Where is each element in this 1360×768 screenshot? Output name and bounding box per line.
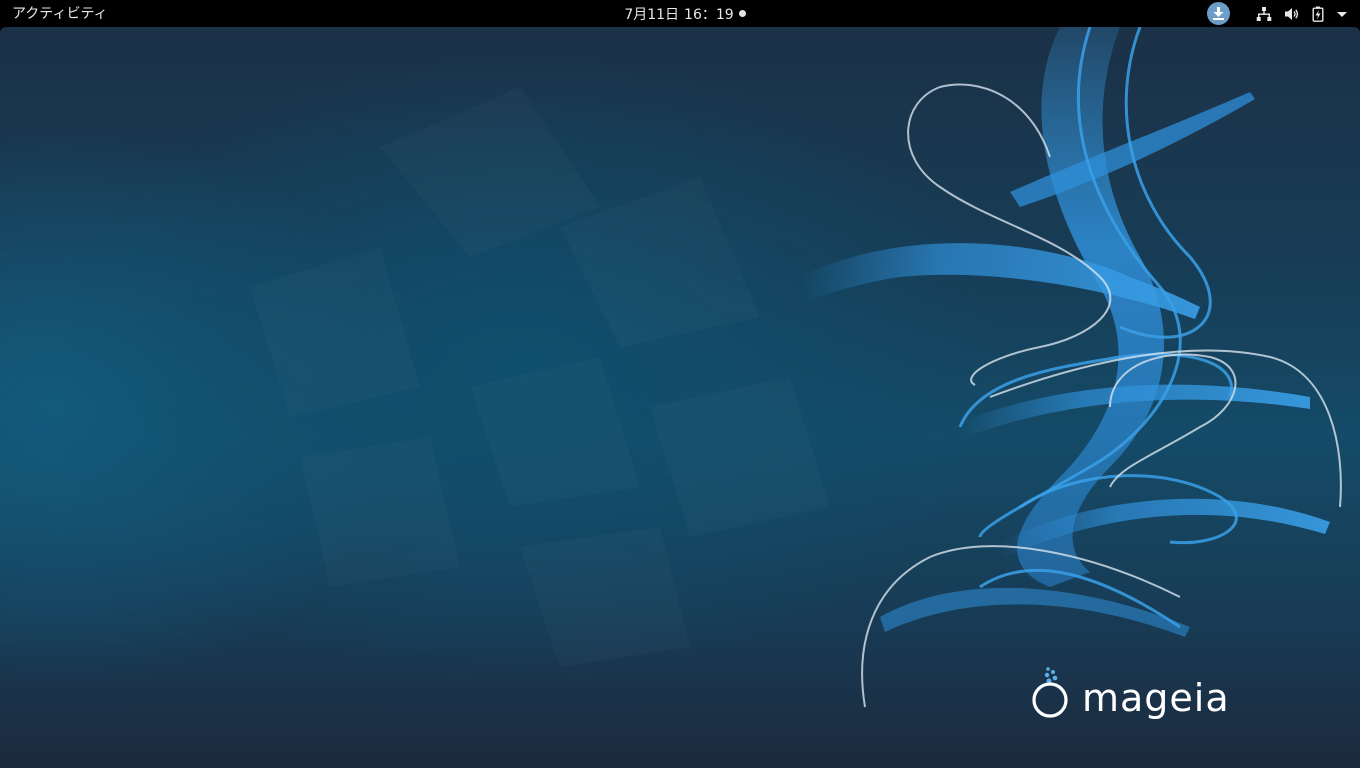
desktop-background: mageia <box>0 27 1360 768</box>
clock-area: 7月11日 16：19 <box>0 0 1360 27</box>
clock-date: 7月11日 <box>624 6 680 23</box>
system-menu-chevron-icon[interactable] <box>1336 9 1348 19</box>
wallpaper-swirls <box>800 27 1342 708</box>
clock-button[interactable]: 7月11日 16：19 <box>624 4 746 24</box>
mageia-logo: mageia <box>1032 667 1230 720</box>
software-update-icon[interactable] <box>1207 2 1230 25</box>
volume-icon[interactable] <box>1284 6 1300 22</box>
network-icon[interactable] <box>1256 6 1272 22</box>
top-bar: アクティビティ 7月11日 16：19 <box>0 0 1360 27</box>
activities-button[interactable]: アクティビティ <box>12 0 108 27</box>
battery-icon[interactable] <box>1312 6 1324 22</box>
status-tray[interactable] <box>1207 0 1348 27</box>
svg-text:mageia: mageia <box>1082 676 1230 720</box>
notification-dot-icon <box>738 10 746 17</box>
clock-time: 16：19 <box>684 6 734 23</box>
